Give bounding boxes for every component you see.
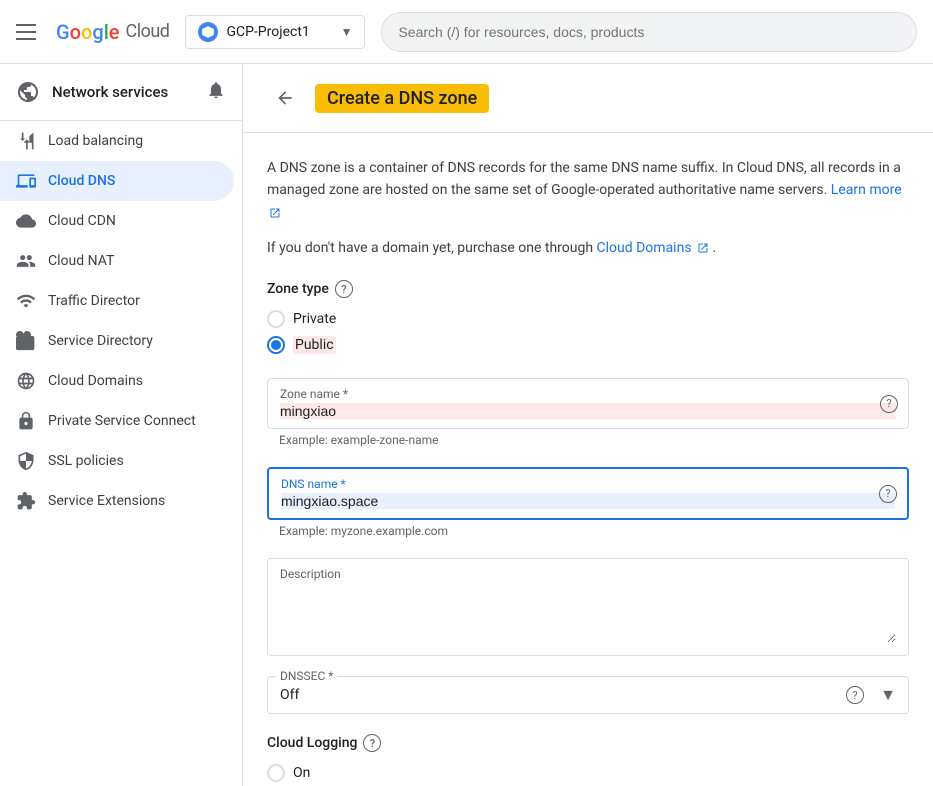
dnssec-dropdown-arrow[interactable]: ▼: [880, 685, 896, 705]
zone-name-help-icon[interactable]: ?: [880, 395, 898, 413]
traffic-director-icon: [16, 291, 36, 311]
project-selector[interactable]: GCP-Project1 ▼: [185, 15, 365, 49]
radio-private[interactable]: Private: [267, 310, 909, 328]
zone-type-radio-group: Private Public: [267, 310, 909, 354]
sidebar-title: Network services: [52, 83, 168, 101]
sidebar-item-label: SSL policies: [48, 453, 124, 469]
radio-public-circle: [267, 336, 285, 354]
sidebar-item-ssl-policies[interactable]: SSL policies: [0, 441, 234, 481]
zone-name-input[interactable]: [280, 403, 896, 419]
sidebar-header: Network services: [0, 64, 242, 121]
zone-name-hint: Example: example-zone-name: [267, 433, 909, 447]
ssl-policies-icon: [16, 451, 36, 471]
cloud-logging-help-icon[interactable]: ?: [363, 734, 381, 752]
description-textarea[interactable]: [280, 583, 896, 643]
dnssec-help-icon[interactable]: ?: [846, 686, 864, 704]
radio-private-label: Private: [293, 311, 336, 327]
cloud-dns-icon: [16, 171, 36, 191]
sidebar-item-label: Cloud DNS: [48, 173, 115, 189]
description-wrapper: Description: [267, 558, 909, 656]
zone-name-wrapper: Zone name * ?: [267, 378, 909, 429]
content-area: Create a DNS zone A DNS zone is a contai…: [243, 64, 933, 786]
zone-name-field: Zone name * ? Example: example-zone-name: [267, 378, 909, 447]
project-dropdown-arrow: ▼: [341, 25, 353, 39]
radio-logging-on-label: On: [293, 765, 310, 781]
load-balancing-icon: [16, 131, 36, 151]
dnssec-field: DNSSEC * Off ? ▼: [267, 676, 909, 714]
radio-logging-on-circle: [267, 764, 285, 782]
cloud-logging-radio-group: On Off: [267, 764, 909, 786]
sidebar-item-label: Service Extensions: [48, 493, 165, 509]
dnssec-value: Off: [280, 687, 880, 703]
cloud-domains-link[interactable]: Cloud Domains: [597, 240, 713, 256]
radio-public[interactable]: Public: [267, 336, 909, 354]
project-name: GCP-Project1: [226, 24, 309, 40]
network-services-icon: [16, 80, 40, 104]
cloud-text: Cloud: [126, 21, 170, 42]
sidebar-item-label: Load balancing: [48, 133, 143, 149]
sidebar-item-cloud-cdn[interactable]: Cloud CDN: [0, 201, 234, 241]
sidebar-item-load-balancing[interactable]: Load balancing: [0, 121, 234, 161]
sidebar-item-label: Cloud NAT: [48, 253, 114, 269]
zone-type-label: Zone type ?: [267, 280, 909, 298]
service-extensions-icon: [16, 491, 36, 511]
radio-public-label: Public: [293, 337, 336, 353]
dns-name-field: DNS name * ? Example: myzone.example.com: [267, 467, 909, 538]
project-icon: [198, 22, 218, 42]
dnssec-legend: DNSSEC *: [276, 669, 337, 683]
cloud-domains-icon: [16, 371, 36, 391]
google-cloud-logo: Google Cloud: [56, 20, 169, 44]
sidebar-item-traffic-director[interactable]: Traffic Director: [0, 281, 234, 321]
cloud-logging-label: Cloud Logging ?: [267, 734, 909, 752]
radio-logging-on[interactable]: On: [267, 764, 909, 782]
dns-name-wrapper: DNS name * ?: [267, 467, 909, 520]
sidebar-item-cloud-dns[interactable]: Cloud DNS: [0, 161, 234, 201]
private-service-connect-icon: [16, 411, 36, 431]
description-legend: Description: [280, 567, 896, 581]
page-title: Create a DNS zone: [315, 84, 489, 113]
form-area: A DNS zone is a container of DNS records…: [243, 133, 933, 786]
description-text: A DNS zone is a container of DNS records…: [267, 157, 909, 224]
sidebar-item-label: Cloud CDN: [48, 213, 116, 229]
sidebar-item-label: Service Directory: [48, 333, 153, 349]
radio-private-circle: [267, 310, 285, 328]
menu-icon[interactable]: [16, 20, 40, 44]
sidebar-item-private-service-connect[interactable]: Private Service Connect: [0, 401, 234, 441]
dns-name-help-icon[interactable]: ?: [879, 485, 897, 503]
cloud-cdn-icon: [16, 211, 36, 231]
google-logo: Google: [56, 20, 120, 44]
cloud-nat-icon: [16, 251, 36, 271]
content-header: Create a DNS zone: [243, 64, 933, 133]
sidebar-item-service-directory[interactable]: Service Directory: [0, 321, 234, 361]
zone-type-help-icon[interactable]: ?: [335, 280, 353, 298]
sidebar-item-cloud-nat[interactable]: Cloud NAT: [0, 241, 234, 281]
description-field: Description: [267, 558, 909, 656]
zone-name-legend: Zone name *: [280, 387, 896, 401]
sidebar-item-label: Cloud Domains: [48, 373, 143, 389]
topbar: Google Cloud GCP-Project1 ▼: [0, 0, 933, 64]
dns-name-legend: DNS name *: [281, 477, 895, 491]
service-directory-icon: [16, 331, 36, 351]
domain-text: If you don't have a domain yet, purchase…: [267, 240, 909, 256]
dns-name-hint: Example: myzone.example.com: [267, 524, 909, 538]
back-button[interactable]: [267, 80, 303, 116]
dnssec-wrapper: DNSSEC * Off ? ▼: [267, 676, 909, 714]
cloud-logging-section: Cloud Logging ? On Off: [267, 734, 909, 786]
sidebar: Network services Load balancing Cloud DN…: [0, 64, 243, 786]
notifications-icon[interactable]: [206, 80, 226, 104]
sidebar-item-cloud-domains[interactable]: Cloud Domains: [0, 361, 234, 401]
search-input[interactable]: [381, 12, 917, 52]
sidebar-item-label: Private Service Connect: [48, 413, 196, 429]
dns-name-input[interactable]: [281, 493, 895, 509]
sidebar-item-service-extensions[interactable]: Service Extensions: [0, 481, 234, 521]
main-layout: Network services Load balancing Cloud DN…: [0, 64, 933, 786]
sidebar-item-label: Traffic Director: [48, 293, 140, 309]
